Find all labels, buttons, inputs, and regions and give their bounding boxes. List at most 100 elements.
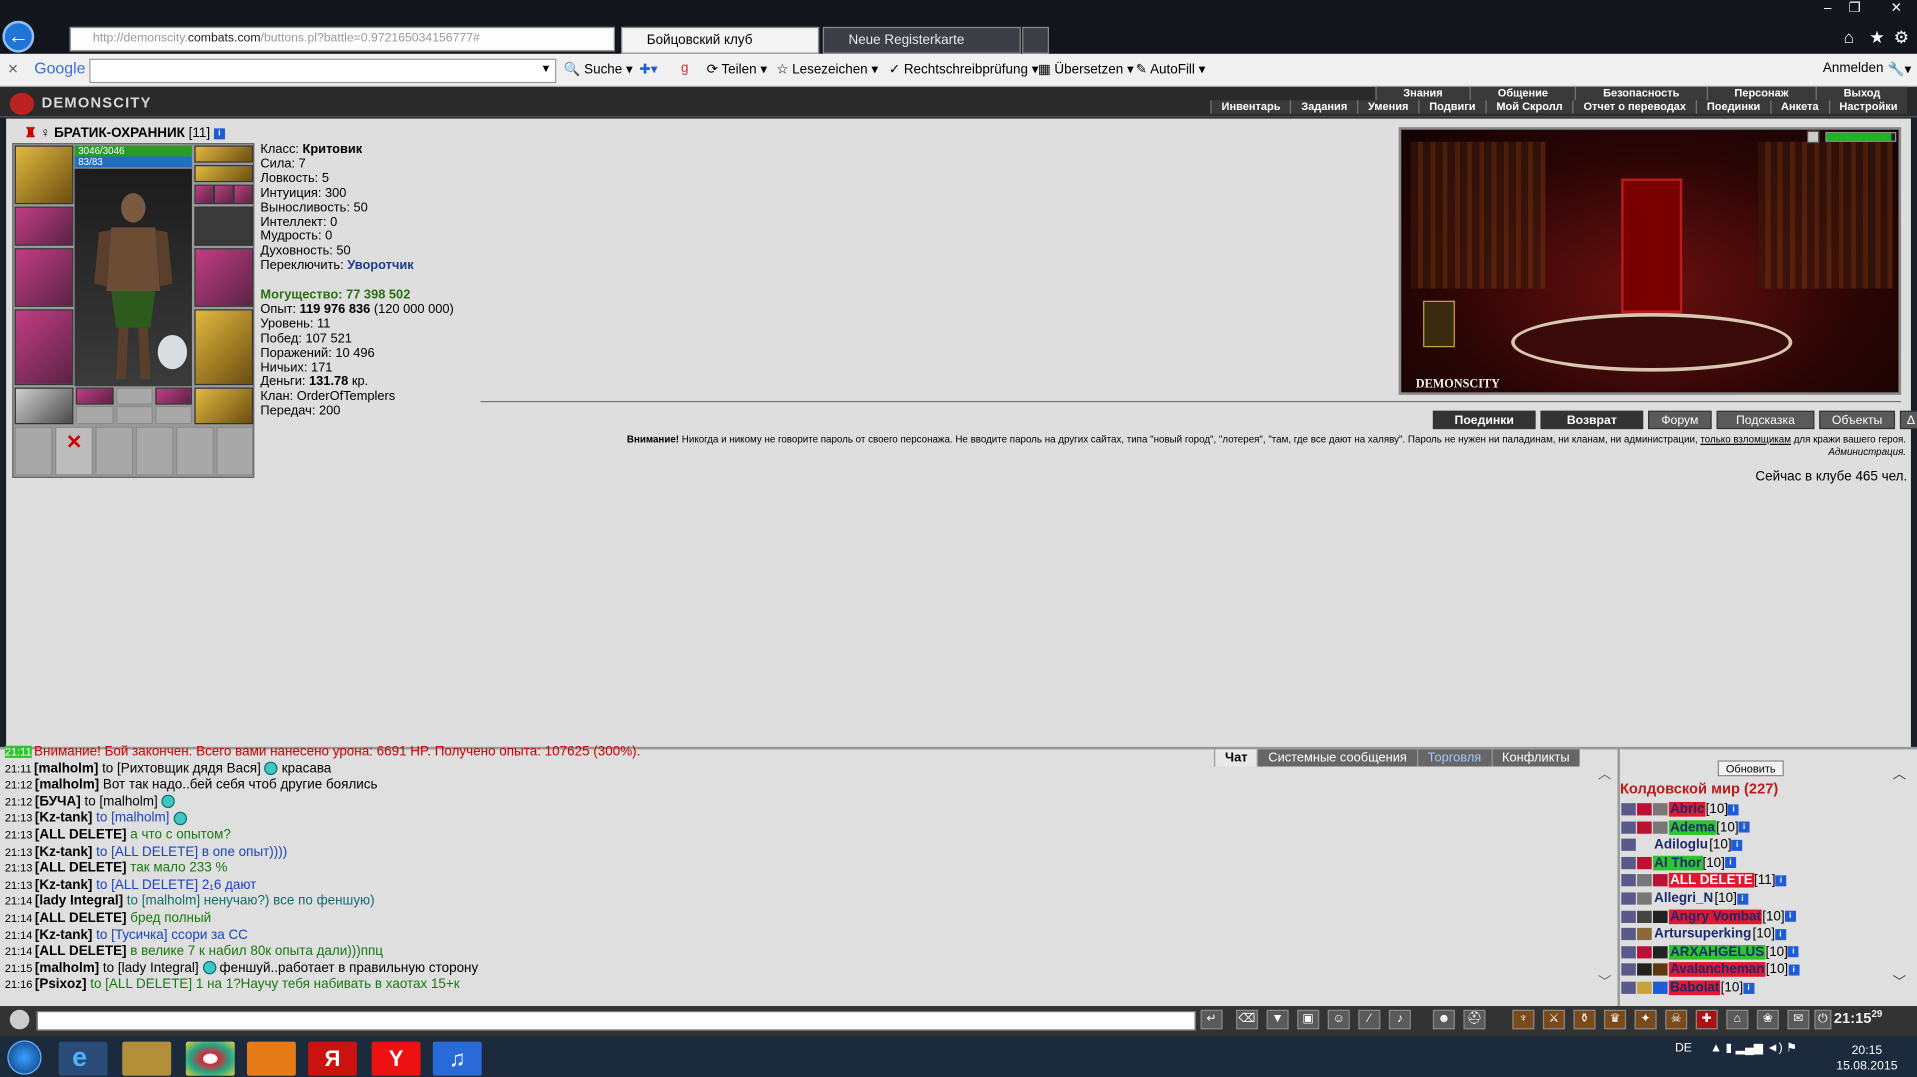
ability-1-icon[interactable]: ♆ [1512, 1009, 1535, 1030]
chat-nick[interactable]: [malholm] [35, 961, 99, 976]
yandex-taskbar-icon[interactable]: Я [308, 1041, 357, 1076]
chat-log[interactable]: 21:11 Внимание! Бой закончен. Всего вами … [4, 745, 1594, 994]
media-taskbar-icon[interactable] [246, 1041, 296, 1076]
location-scene[interactable]: DEMONSCITY [1398, 127, 1902, 395]
return-button[interactable]: Возврат [1540, 410, 1644, 430]
smile-picker-icon[interactable]: ☻ [1432, 1009, 1455, 1030]
ability-2-icon[interactable]: ⚔ [1542, 1009, 1565, 1030]
toolbar-bookmarks[interactable]: ☆ Lesezeichen ▾ [776, 61, 878, 77]
user-action-icon[interactable] [1621, 928, 1636, 941]
warning-link[interactable]: только взломщикам [1700, 434, 1791, 445]
pocket-slot-4[interactable] [135, 426, 174, 476]
helmet-icon[interactable]: ⛑ [1463, 1009, 1486, 1030]
close-toolbar-icon[interactable]: ✕ [7, 61, 18, 77]
scene-door[interactable] [1621, 178, 1683, 313]
belt-item-6[interactable] [155, 405, 192, 425]
menu-character[interactable]: Персонаж [1706, 86, 1815, 101]
info-icon[interactable]: i [1736, 893, 1748, 905]
tab-chat[interactable]: Чат [1214, 749, 1258, 767]
chat-time[interactable]: 21:14 [5, 945, 33, 957]
signin-link[interactable]: Anmelden [1823, 61, 1884, 76]
menu-exit[interactable]: Выход [1815, 86, 1907, 101]
bracers-slot[interactable] [14, 206, 74, 246]
armor-slot[interactable] [14, 309, 74, 386]
tab-system-messages[interactable]: Системные сообщения [1257, 749, 1417, 767]
filter-icon[interactable]: ▼ [1266, 1009, 1289, 1030]
chat-input[interactable] [36, 1011, 1196, 1031]
gear-icon[interactable]: ⚙ [1894, 27, 1909, 48]
chat-to[interactable]: to [Рихтовщик дядя Вася] [102, 761, 261, 776]
explorer-taskbar-icon[interactable] [122, 1041, 172, 1076]
wrench-icon[interactable]: 🔧▾ [1888, 61, 1911, 77]
user-action-icon[interactable] [1621, 910, 1636, 923]
chat-to[interactable]: to [malholm] [96, 811, 169, 826]
user-action-icon[interactable] [1621, 856, 1636, 870]
audio-taskbar-icon[interactable]: ♫ [432, 1041, 482, 1076]
menu-settings[interactable]: Настройки [1828, 100, 1907, 114]
belt-item-4[interactable] [75, 405, 114, 425]
shield-slot[interactable] [194, 387, 254, 425]
chat-time[interactable]: 21:13 [5, 845, 33, 857]
boots-slot[interactable] [194, 309, 254, 386]
chat-nick[interactable]: [Kz-tank] [35, 877, 93, 892]
clear-icon[interactable]: ⌫ [1236, 1009, 1259, 1030]
user-name[interactable]: Babolat [1668, 980, 1721, 996]
new-tab-button[interactable] [1022, 26, 1049, 54]
refresh-button[interactable]: Обновить [1717, 760, 1784, 777]
chat-nick[interactable]: [Psixoz] [35, 977, 87, 992]
chat-time[interactable]: 21:11 [5, 762, 32, 774]
info-icon[interactable]: i [1787, 946, 1799, 958]
google-search-input[interactable]: ▼ [89, 58, 557, 84]
sound-icon[interactable]: ♪ [1388, 1009, 1411, 1030]
pocket-slot-5[interactable] [176, 426, 214, 476]
info-icon[interactable]: i [1743, 982, 1755, 994]
menu-transfer-report[interactable]: Отчет о переводах [1572, 100, 1695, 114]
chat-time[interactable]: 21:13 [5, 862, 33, 874]
send-icon[interactable]: ↵ [1200, 1009, 1223, 1030]
forum-button[interactable]: Форум [1648, 410, 1712, 430]
gloves-slot[interactable] [194, 206, 254, 246]
toolbar-autofill[interactable]: ✎ AutoFill ▾ [1136, 61, 1206, 77]
chat-time[interactable]: 21:12 [5, 796, 33, 808]
user-name[interactable]: Adema [1668, 819, 1717, 835]
chevron-down-icon[interactable]: ▼ [540, 62, 551, 74]
tab-trade[interactable]: Торговля [1416, 749, 1492, 767]
chat-time[interactable]: 21:14 [5, 912, 33, 924]
ability-7-icon[interactable]: ✚ [1695, 1009, 1718, 1030]
switch-class-link[interactable]: Уворотчик [347, 258, 413, 273]
pocket-slot-2[interactable]: ✕ [55, 426, 93, 476]
chat-nick[interactable]: [ALL DELETE] [35, 944, 127, 959]
duels-button[interactable]: Поединки [1432, 410, 1536, 430]
belt-item-3[interactable] [155, 387, 192, 405]
user-name[interactable]: Al Thor [1652, 855, 1703, 871]
home-icon[interactable]: ⌂ [1844, 27, 1854, 47]
sidebar-scroll-up-icon[interactable]: ︿ [1893, 764, 1906, 784]
back-arrow-icon[interactable]: ← [2, 20, 35, 53]
world-title[interactable]: Колдовской мир (227) [1620, 780, 1778, 797]
chat-time[interactable]: 21:12 [5, 779, 33, 791]
clan-name[interactable]: OrderOfTemplers [297, 389, 395, 404]
sidebar-scroll-down-icon[interactable]: ﹀ [1893, 972, 1906, 992]
scroll-up-icon[interactable]: ︿ [1598, 764, 1611, 784]
user-action-icon[interactable] [1621, 874, 1636, 887]
pocket-slot-6[interactable] [216, 426, 254, 476]
restore-icon[interactable]: ❐ [1841, 0, 1868, 17]
chat-to[interactable]: to [ALL DELETE] [96, 877, 198, 892]
toolbar-share[interactable]: ⟳ Teilen ▾ [707, 61, 767, 77]
chat-nick[interactable]: [БУЧА] [35, 794, 81, 809]
character-name[interactable]: БРАТИК-ОХРАННИК [54, 126, 185, 141]
start-button-icon[interactable] [7, 1040, 42, 1075]
character-avatar[interactable] [74, 168, 192, 387]
user-name[interactable]: Abric [1668, 801, 1706, 817]
offhand-slot[interactable] [194, 248, 254, 307]
earrings-slot[interactable] [194, 165, 254, 183]
refresh-scene-icon[interactable] [1807, 130, 1820, 144]
info-icon[interactable]: i [1775, 928, 1787, 940]
ability-8-icon[interactable]: ⌂ [1726, 1009, 1749, 1030]
toolbar-spellcheck[interactable]: ✓ Rechtschreibprüfung ▾ [889, 61, 1039, 77]
info-icon[interactable]: i [1724, 857, 1736, 869]
menu-inventory[interactable]: Инвентарь [1210, 100, 1291, 114]
minimize-icon[interactable]: – [1814, 0, 1841, 17]
belt-item-2[interactable] [116, 387, 153, 405]
ability-10-icon[interactable]: ✉ [1787, 1009, 1810, 1030]
